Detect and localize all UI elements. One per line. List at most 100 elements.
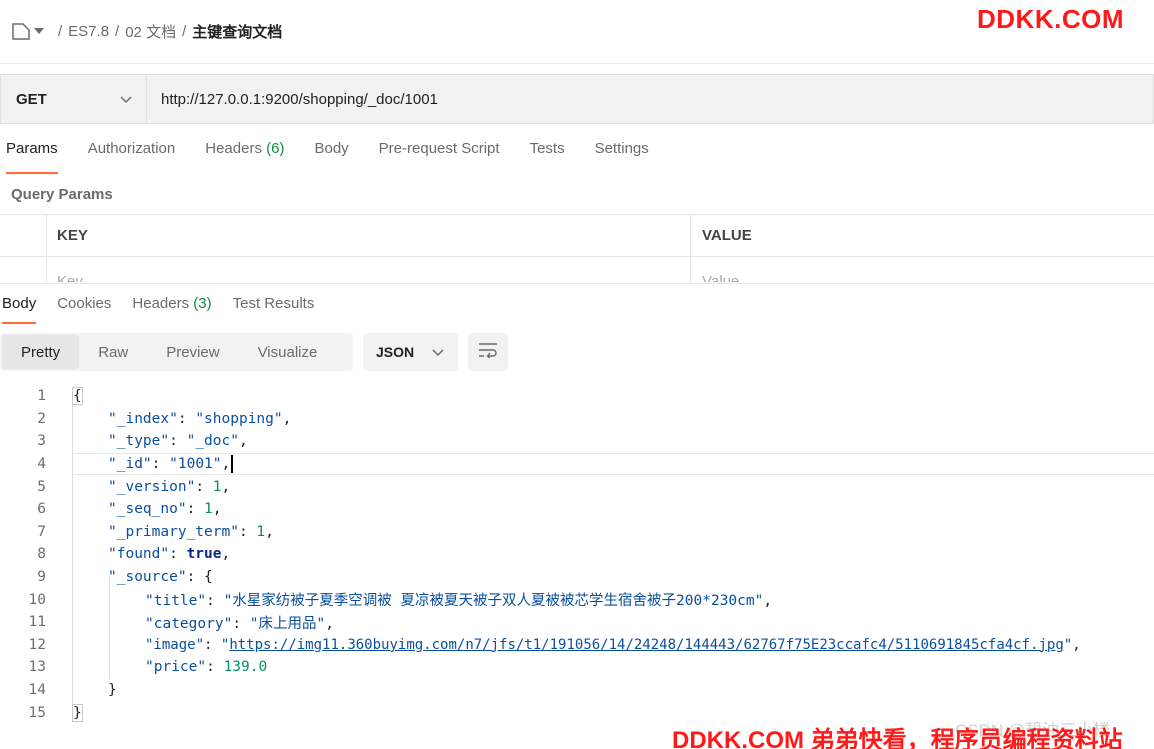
tab-settings[interactable]: Settings [595,140,649,174]
tab-test-results[interactable]: Test Results [233,284,315,324]
line-number: 3 [37,433,46,450]
code-text: "_index": "shopping", [108,410,292,427]
key-input[interactable]: Key [47,257,691,282]
json-brace: } [72,703,83,722]
line-number: 13 [28,659,46,676]
code-text: "image": "https://img11.360buyimg.com/n7… [145,636,1081,653]
code-text: "price": 139.0 [145,659,268,676]
json-brace: { [72,387,83,406]
tab-label: Cookies [57,295,112,312]
query-params-title: Query Params [11,186,113,203]
json-value-category: 床上用品 [258,615,317,632]
code-text: } [108,682,117,699]
method-label: GET [16,90,47,108]
json-value-title: 水星家纺被子夏季空调被 夏凉被夏天被子双人夏被被芯学生宿舍被子200*230cm [232,593,755,610]
code-line: 3 "_type": "_doc", [0,430,1154,453]
row-checkbox-cell [0,257,47,282]
json-value-image-link[interactable]: https://img11.360buyimg.com/n7/jfs/t1/19… [229,637,1063,653]
code-line-current: 4 "_id": "1001", [37,452,1154,476]
line-number: 10 [28,591,46,608]
json-value-type: _doc [195,433,231,450]
line-number: 7 [37,523,46,540]
json-value-index: shopping [204,410,274,427]
tab-headers[interactable]: Headers (6) [205,140,284,174]
code-line: 2 "_index": "shopping", [0,408,1154,431]
json-value-found: true [186,546,222,563]
code-line: 12 "image": "https://img11.360buyimg.com… [0,634,1154,657]
breadcrumb-separator: / [182,23,187,40]
code-text: } [72,703,83,722]
key-column-header: KEY [47,215,691,256]
code-line: 11 "category": "床上用品", [0,611,1154,634]
code-text: { [72,387,83,406]
visualize-button[interactable]: Visualize [239,335,337,369]
tab-label: Params [6,140,58,157]
tab-label: Body [314,140,349,157]
raw-button[interactable]: Raw [79,335,147,369]
code-text: "found": true, [108,546,231,563]
table-header-row: KEY VALUE [0,215,1154,257]
breadcrumb-current-request[interactable]: 主键查询文档 [192,21,282,42]
tab-label: Body [2,295,37,312]
breadcrumb-item-collection[interactable]: ES7.8 [68,23,109,40]
query-params-table: KEY VALUE Key Value [0,214,1154,282]
pretty-button[interactable]: Pretty [2,335,80,369]
line-number: 6 [37,501,46,518]
json-value-seq-no: 1 [204,501,213,518]
chevron-down-icon [432,344,444,361]
line-number: 9 [37,569,46,586]
checkbox-column-header [0,215,47,256]
code-text: "title": "水星家纺被子夏季空调被 夏凉被夏天被子双人夏被被芯学生宿舍被… [145,593,773,610]
table-row: Key Value [0,257,1154,282]
wrap-lines-icon [478,342,498,362]
code-text: "_primary_term": 1, [108,523,274,540]
tab-label: Test Results [232,295,315,312]
tab-label: Headers [132,295,190,312]
code-text: "_id": "1001", [108,455,233,474]
breadcrumb-item-folder[interactable]: 02 文档 [125,21,176,42]
response-body-viewer[interactable]: 1 { 2 "_index": "shopping", 3 "_type": "… [0,385,1154,725]
code-text: "_type": "_doc", [108,433,248,450]
code-line: 6 "_seq_no": 1, [0,498,1154,521]
code-line: 14 } [0,679,1154,702]
url-input[interactable]: http://127.0.0.1:9200/shopping/_doc/1001 [147,91,438,108]
preview-button[interactable]: Preview [147,335,238,369]
tab-label: Tests [529,140,565,157]
value-input[interactable]: Value [691,257,1154,283]
collection-icon[interactable] [12,23,30,40]
breadcrumb-separator: / [58,23,63,40]
code-text: "_source": { [108,569,213,586]
tab-params[interactable]: Params [6,140,58,174]
json-value-id: 1001 [177,456,213,473]
tab-pre-request-script[interactable]: Pre-request Script [379,140,500,174]
method-select[interactable]: GET [1,75,147,123]
watermark-top: DDKK.COM [977,4,1124,34]
tab-response-body[interactable]: Body [2,284,37,324]
tab-cookies[interactable]: Cookies [57,284,111,324]
code-line: 5 "_version": 1, [0,475,1154,498]
format-select[interactable]: JSON [363,333,458,371]
line-number: 4 [37,456,46,473]
line-number: 11 [28,614,46,631]
tab-response-headers[interactable]: Headers (3) [132,284,211,324]
line-number: 2 [37,410,46,427]
code-line: 7 "_primary_term": 1, [0,521,1154,544]
tab-label: Settings [594,140,649,157]
response-tabs: Body Cookies Headers (3) Test Results [0,283,1154,324]
view-mode-group: Pretty Raw Preview Visualize [0,333,353,371]
wrap-lines-button[interactable] [468,333,508,371]
tab-tests[interactable]: Tests [530,140,565,174]
code-line: 1 { [0,385,1154,408]
line-number: 8 [37,546,46,563]
code-line: 10 "title": "水星家纺被子夏季空调被 夏凉被夏天被子双人夏被被芯学生… [0,588,1154,611]
line-number: 14 [28,682,46,699]
caret-down-icon[interactable] [34,27,44,37]
json-value-version: 1 [212,478,222,495]
format-label: JSON [376,344,415,360]
tab-authorization[interactable]: Authorization [88,140,176,174]
request-tabs: Params Authorization Headers (6) Body Pr… [0,140,679,174]
tab-body[interactable]: Body [314,140,348,174]
line-number: 15 [28,704,46,721]
watermark-bottom: DDKK.COM 弟弟快看，程序员编程资料站 [672,727,1123,749]
line-number: 5 [37,478,46,495]
